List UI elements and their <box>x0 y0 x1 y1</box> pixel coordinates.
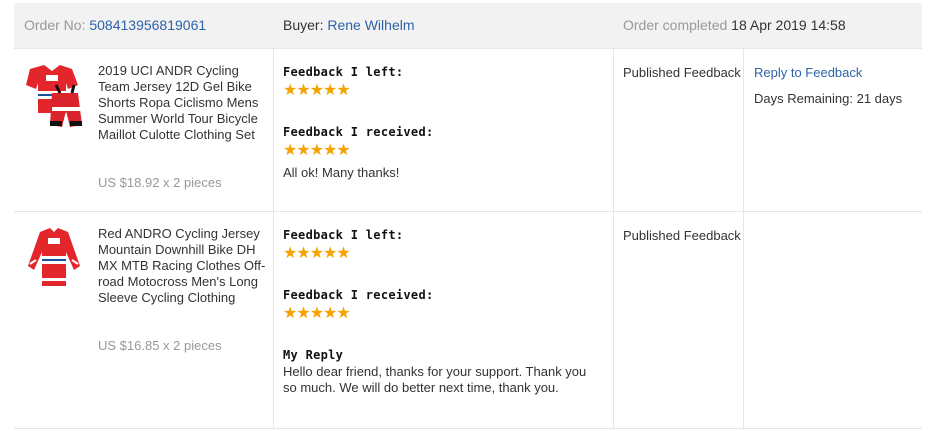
order-no-label: Order No: <box>24 17 86 33</box>
order-status-label: Order completed <box>623 17 728 33</box>
order-number: Order No: 508413956819061 <box>24 17 206 33</box>
column-divider <box>613 212 614 428</box>
order-item-row: Red ANDRO Cycling Jersey Mountain Downhi… <box>14 212 922 429</box>
feedback-received-label: Feedback I received: <box>283 288 434 302</box>
column-divider <box>743 49 744 211</box>
feedback-received-star-icons: ★★★★★ <box>283 142 351 159</box>
column-divider <box>273 49 274 211</box>
feedback-received-text: All ok! Many thanks! <box>283 165 400 180</box>
order-status: Order completed 18 Apr 2019 14:58 <box>623 17 846 33</box>
feedback-left-label: Feedback I left: <box>283 228 404 242</box>
feedback-left-star-icons: ★★★★★ <box>283 82 351 99</box>
reply-to-feedback-link[interactable]: Reply to Feedback <box>754 65 919 81</box>
feedback-status: Published Feedback <box>623 65 741 80</box>
cycling-kit-thumbnail[interactable] <box>22 63 86 135</box>
my-reply-label: My Reply <box>283 348 344 362</box>
cycling-jersey-thumbnail[interactable] <box>22 226 86 298</box>
days-remaining: Days Remaining: 21 days <box>754 91 903 106</box>
product-title-link[interactable]: Red ANDRO Cycling Jersey Mountain Downhi… <box>98 226 268 306</box>
buyer-name-link[interactable]: Rene Wilhelm <box>327 17 414 33</box>
buyer-info: Buyer: Rene Wilhelm <box>283 17 415 33</box>
feedback-received-label: Feedback I received: <box>283 125 434 139</box>
my-reply-text: Hello dear friend, thanks for your suppo… <box>283 364 587 395</box>
order-item-row: 2019 UCI ANDR Cycling Team Jersey 12D Ge… <box>14 49 922 212</box>
feedback-left-star-icons: ★★★★★ <box>283 245 351 262</box>
feedback-column: Feedback I left: ★★★★★ Feedback I receiv… <box>283 228 603 396</box>
feedback-status: Published Feedback <box>623 228 741 243</box>
feedback-column: Feedback I left: ★★★★★ Feedback I receiv… <box>283 65 603 181</box>
column-divider <box>613 49 614 211</box>
order-no-link[interactable]: 508413956819061 <box>89 17 206 33</box>
product-price: US $16.85 x 2 pieces <box>98 338 222 353</box>
action-column: Reply to Feedback Days Remaining: 21 day… <box>754 65 919 107</box>
column-divider <box>743 212 744 428</box>
feedback-received-star-icons: ★★★★★ <box>283 305 351 322</box>
product-title-link[interactable]: 2019 UCI ANDR Cycling Team Jersey 12D Ge… <box>98 63 268 143</box>
product-price: US $18.92 x 2 pieces <box>98 175 222 190</box>
order-card: Order No: 508413956819061 Buyer: Rene Wi… <box>14 3 922 429</box>
feedback-left-label: Feedback I left: <box>283 65 404 79</box>
order-header: Order No: 508413956819061 Buyer: Rene Wi… <box>14 3 922 49</box>
buyer-label: Buyer: <box>283 17 324 33</box>
column-divider <box>273 212 274 428</box>
order-status-date: 18 Apr 2019 14:58 <box>731 17 846 33</box>
